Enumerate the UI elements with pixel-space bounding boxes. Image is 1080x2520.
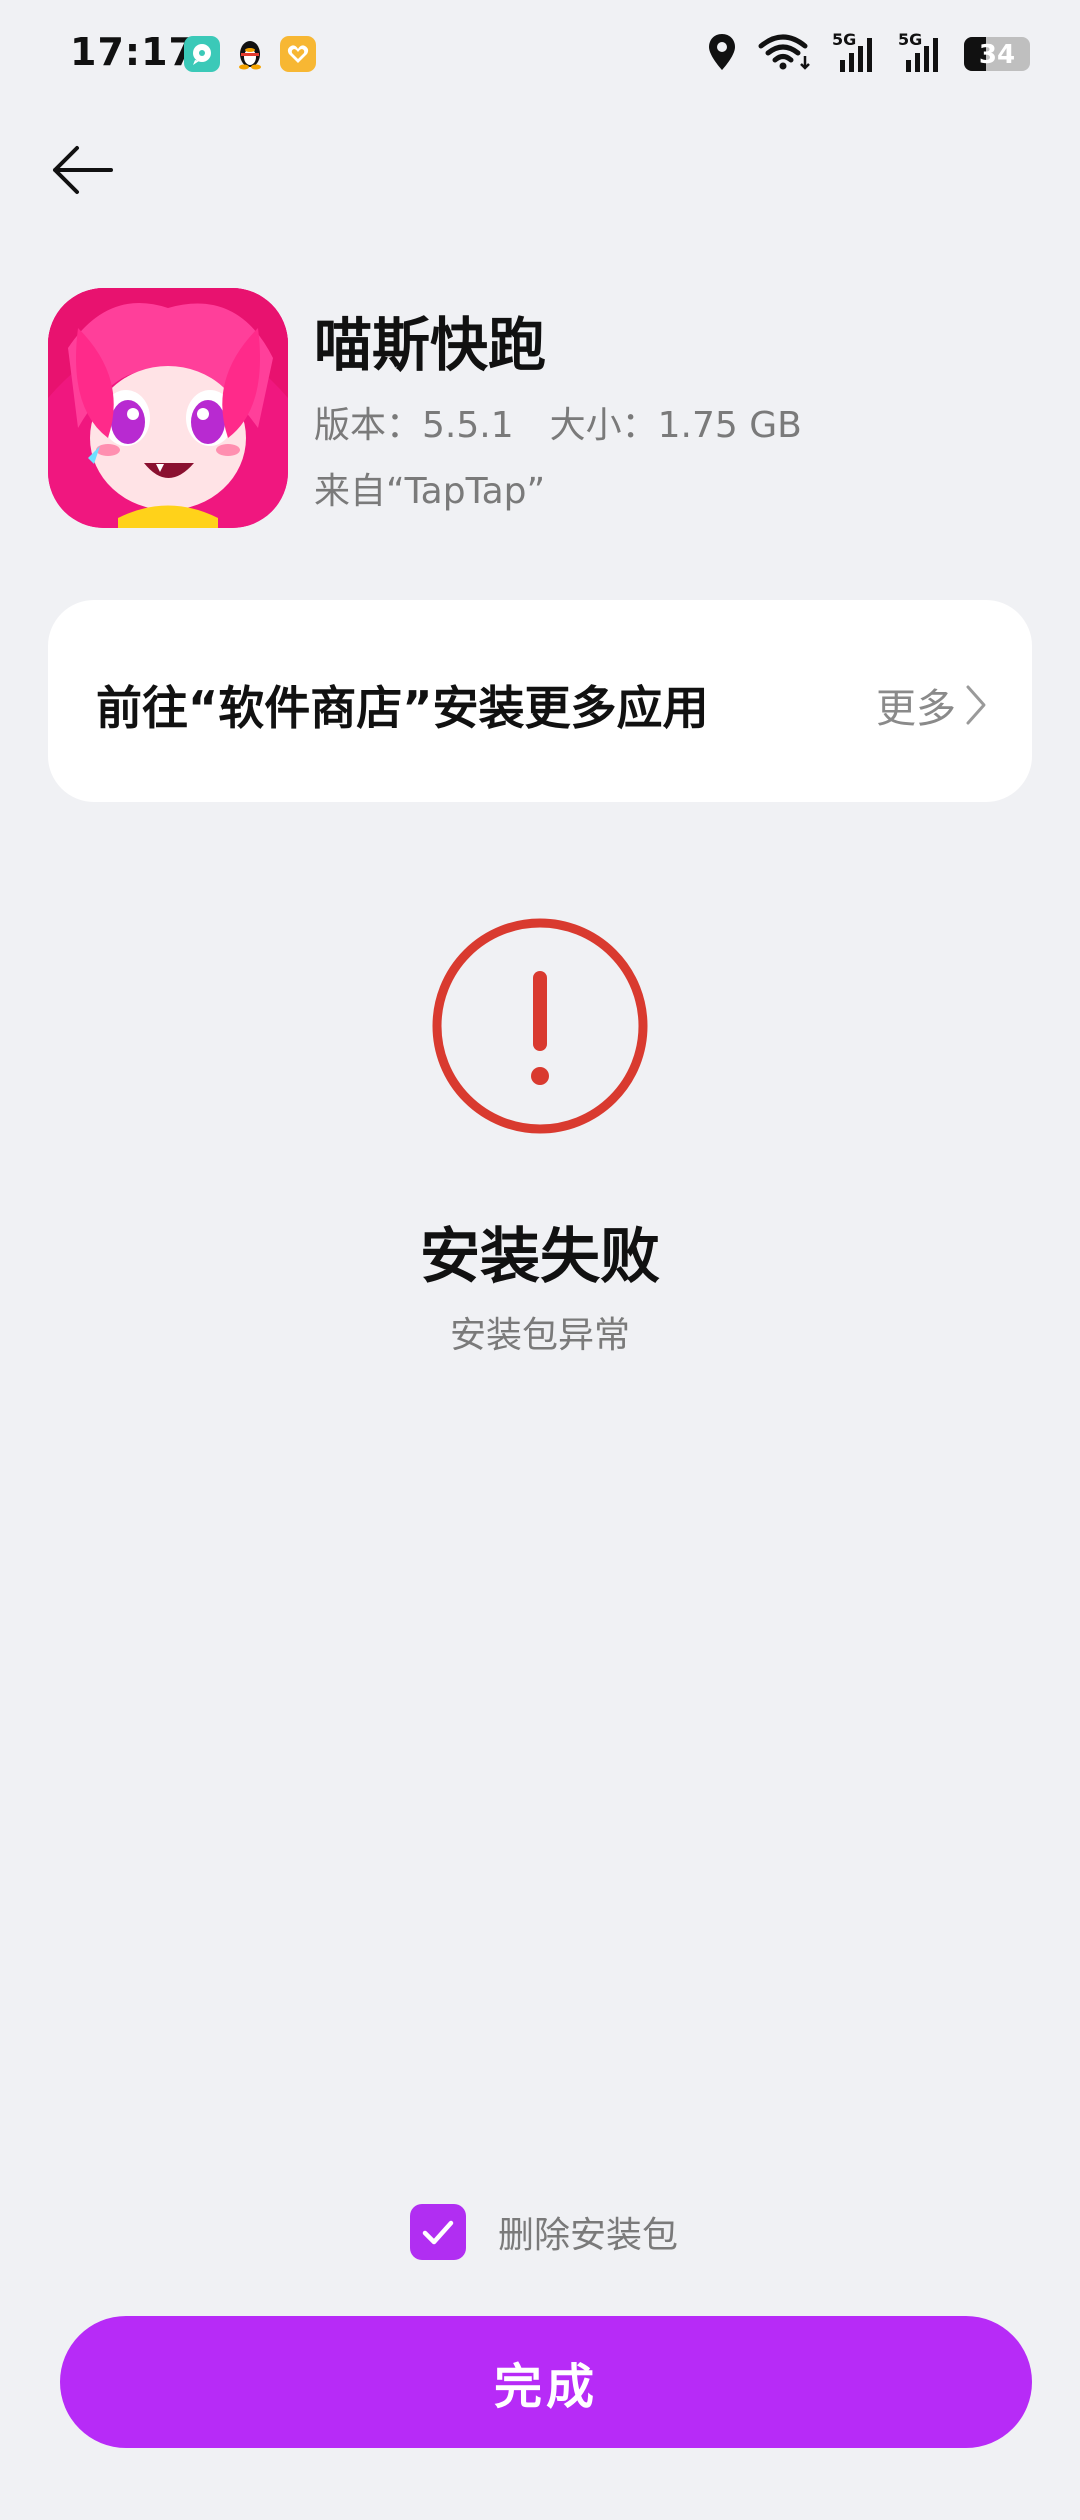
app-version: 版本：5.5.1 bbox=[314, 405, 514, 446]
heart-badge-icon bbox=[280, 36, 316, 72]
back-button[interactable] bbox=[42, 130, 122, 210]
app-name: 喵斯快跑 bbox=[314, 311, 547, 379]
checkmark-icon bbox=[422, 2220, 454, 2245]
status-bar: 17:17 5G 5G 34 bbox=[0, 0, 1080, 110]
status-icons: 5G 5G 34 bbox=[706, 30, 1030, 76]
wifi-icon bbox=[758, 32, 812, 76]
app-meta: 版本：5.5.1 大小：1.75 GB bbox=[314, 396, 802, 448]
app-source: 来自“TapTap” bbox=[314, 471, 546, 512]
done-button[interactable]: 完成 bbox=[60, 2316, 1032, 2448]
battery-level: 34 bbox=[978, 40, 1016, 70]
status-subtitle: 安装包异常 bbox=[449, 1315, 630, 1356]
more-link[interactable]: 更多 bbox=[876, 676, 988, 734]
signal-icon: 5G bbox=[832, 30, 878, 74]
battery-icon: 34 bbox=[964, 37, 1030, 71]
delete-package-checkbox[interactable] bbox=[410, 2204, 466, 2260]
qq-penguin-icon bbox=[232, 36, 268, 72]
install-result-screen: 17:17 5G 5G 34 喵斯快跑 版本：5.5.1 大小：1.75 GB … bbox=[0, 0, 1080, 2520]
chevron-right-icon bbox=[966, 685, 986, 725]
more-label: 更多 bbox=[876, 686, 956, 732]
delete-package-label: 删除安装包 bbox=[498, 2215, 679, 2256]
delete-package-option[interactable]: 删除安装包 bbox=[410, 2204, 678, 2260]
status-time: 17:17 bbox=[70, 30, 196, 74]
status-title: 安装失败 bbox=[420, 1222, 660, 1292]
location-icon bbox=[706, 32, 738, 76]
app-store-card-text: 前往“软件商店”安装更多应用 bbox=[96, 681, 709, 735]
exclamation-circle-icon bbox=[430, 916, 650, 1136]
chat-bubble-icon bbox=[184, 36, 220, 72]
signal-icon: 5G bbox=[898, 30, 944, 74]
app-size: 大小：1.75 GB bbox=[549, 405, 802, 446]
app-icon bbox=[48, 288, 288, 528]
app-store-card[interactable]: 前往“软件商店”安装更多应用 更多 bbox=[48, 600, 1032, 802]
back-arrow-icon bbox=[53, 146, 113, 194]
